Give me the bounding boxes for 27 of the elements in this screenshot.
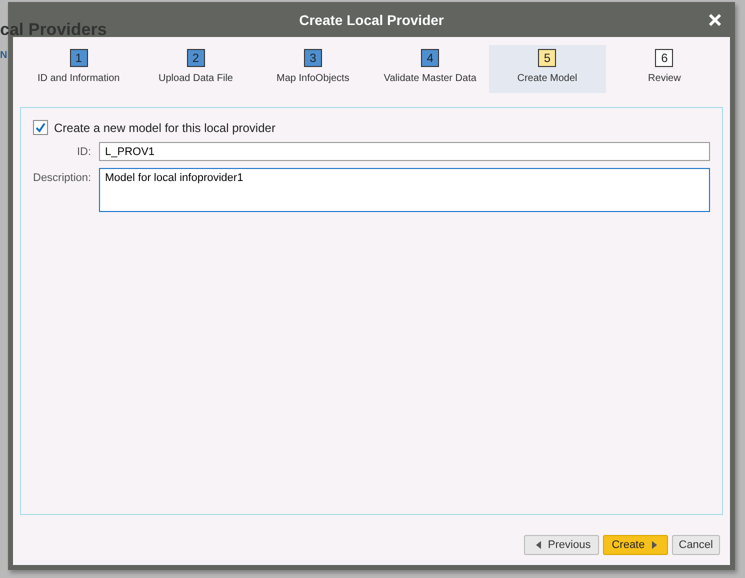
wizard-step[interactable]: 3 Map InfoObjects (254, 45, 372, 93)
dialog-title: Create Local Provider (299, 12, 444, 28)
step-number: 2 (186, 49, 205, 67)
field-label: ID: (76, 145, 91, 158)
wizard-step[interactable]: 2 Upload Data File (137, 45, 254, 93)
wizard-step[interactable]: 5 Create Model (488, 45, 606, 93)
checkmark-icon (35, 122, 46, 133)
description-field[interactable]: Model for local infoprovider1 (99, 168, 710, 212)
checkbox-label: Create a new model for this local provider (54, 120, 276, 134)
checkbox[interactable] (33, 120, 48, 135)
step-number: 5 (538, 49, 556, 67)
wizard-step[interactable]: 4 Validate Master Data (372, 45, 489, 93)
caret-left-icon (536, 541, 541, 549)
step-number: 6 (655, 49, 674, 67)
previous-button[interactable]: Previous (524, 535, 599, 555)
wizard-step[interactable]: 1 ID and Information (20, 45, 138, 93)
id-field[interactable]: L_PROV1 (99, 142, 710, 161)
wizard-step[interactable]: 6 Review (606, 45, 724, 93)
step-number: 4 (421, 49, 440, 67)
step-number: 1 (70, 49, 88, 67)
column-header: N (0, 50, 8, 61)
cancel-button[interactable]: Cancel (672, 535, 720, 555)
close-icon[interactable] (708, 13, 722, 27)
caret-right-icon (652, 541, 657, 549)
step-number: 3 (304, 49, 322, 67)
field-label: Description: (33, 171, 91, 184)
create-button[interactable]: Create (602, 535, 668, 555)
